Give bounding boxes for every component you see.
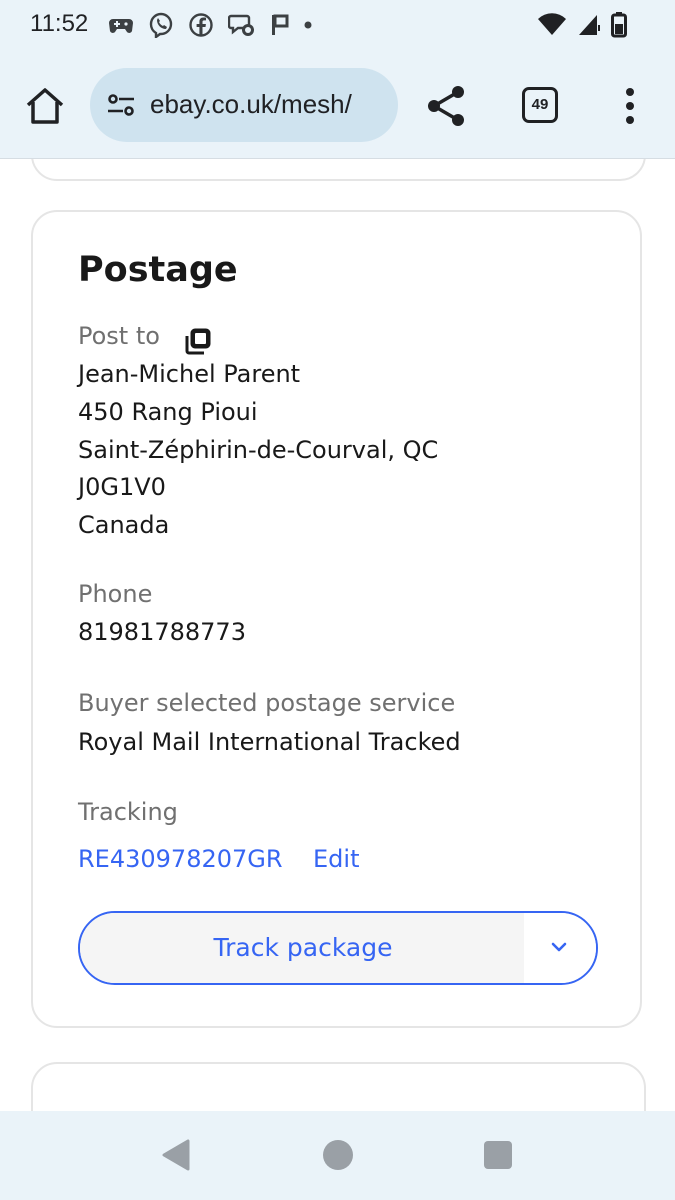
home-icon[interactable]: [22, 83, 68, 129]
viber-icon: [149, 12, 173, 38]
tracking-label: Tracking: [78, 798, 178, 826]
address-name: Jean-Michel Parent: [78, 360, 301, 388]
browser-toolbar: ebay.co.uk/mesh/ 49: [0, 52, 675, 159]
more-vert-icon[interactable]: [618, 86, 642, 126]
phone-label: Phone: [78, 580, 153, 608]
track-options-dropdown[interactable]: [524, 913, 596, 983]
status-time: 11:52: [30, 10, 89, 37]
address-bar[interactable]: ebay.co.uk/mesh/: [90, 68, 398, 142]
back-icon[interactable]: [160, 1138, 192, 1172]
previous-card: [31, 159, 646, 181]
dot-icon: [304, 21, 312, 29]
address-street: 450 Rang Pioui: [78, 398, 258, 426]
notification-icons: [108, 12, 312, 38]
facebook-icon: [189, 13, 213, 37]
tabs-icon[interactable]: 49: [522, 87, 558, 123]
home-circle-icon[interactable]: [321, 1138, 355, 1172]
system-nav-bar: [0, 1111, 675, 1200]
site-settings-icon[interactable]: [106, 92, 136, 118]
track-package-button[interactable]: Track package: [80, 913, 528, 983]
service-value: Royal Mail International Tracked: [78, 728, 461, 756]
address-country: Canada: [78, 511, 170, 539]
chevron-down-icon: [551, 942, 567, 952]
service-label: Buyer selected postage service: [78, 689, 456, 717]
copy-icon[interactable]: [183, 327, 213, 357]
wifi-icon: [538, 13, 566, 35]
status-bar: 11:52: [0, 0, 675, 52]
card-title: Postage: [78, 250, 238, 290]
next-card: [31, 1062, 646, 1111]
address-city: Saint-Zéphirin-de-Courval, QC: [78, 436, 439, 464]
track-package-button-group: Track package: [78, 911, 598, 985]
gamepad-icon: [109, 19, 133, 33]
tracking-number-link[interactable]: RE430978207GR: [78, 845, 283, 873]
recents-icon[interactable]: [483, 1140, 513, 1170]
post-to-label: Post to: [78, 322, 160, 350]
postage-card: Postage Post to Jean-Michel Parent 450 R…: [31, 210, 642, 1028]
phone-value: 81981788773: [78, 618, 246, 646]
chat-icon: [228, 14, 254, 36]
page-content[interactable]: Postage Post to Jean-Michel Parent 450 R…: [0, 159, 675, 1111]
url-text: ebay.co.uk/mesh/: [150, 89, 352, 119]
system-icons: [537, 12, 627, 38]
flag-icon: [272, 14, 289, 35]
signal-icon: [579, 15, 600, 35]
share-icon[interactable]: [424, 84, 468, 128]
battery-icon: [611, 12, 627, 38]
edit-tracking-link[interactable]: Edit: [313, 845, 359, 873]
address-postcode: J0G1V0: [78, 473, 166, 501]
